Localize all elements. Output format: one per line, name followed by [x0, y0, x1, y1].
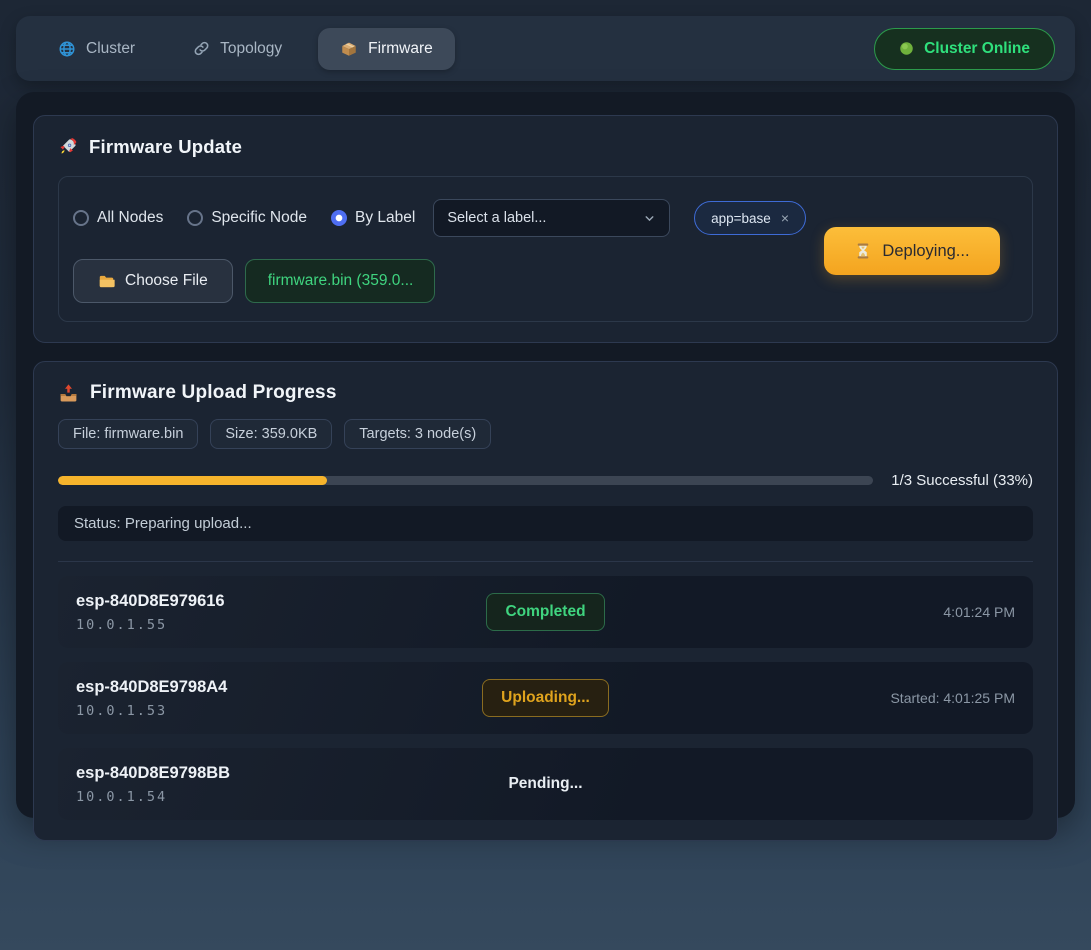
selected-file-button[interactable]: firmware.bin (359.0...: [245, 259, 435, 303]
radio-all-nodes[interactable]: All Nodes: [73, 209, 163, 227]
node-row-2: esp-840D8E9798A4 10.0.1.53 Uploading... …: [58, 662, 1033, 734]
tab-firmware-label: Firmware: [368, 40, 433, 58]
choose-file-label: Choose File: [125, 272, 208, 290]
radio-specific-node-dot[interactable]: [187, 210, 203, 226]
progress-row: 1/3 Successful (33%): [58, 472, 1033, 489]
node-time: 4:01:24 PM: [943, 604, 1015, 620]
package-icon: [340, 40, 358, 58]
upload-progress-title-text: Firmware Upload Progress: [90, 382, 337, 404]
tab-firmware[interactable]: Firmware: [318, 28, 455, 70]
radio-specific-node-label: Specific Node: [211, 209, 307, 227]
rocket-icon: [58, 137, 78, 157]
outbox-tray-icon: [58, 383, 79, 404]
divider: [58, 561, 1033, 562]
node-ip: 10.0.1.54: [76, 789, 389, 805]
node-name: esp-840D8E979616: [76, 592, 389, 611]
node-name: esp-840D8E9798A4: [76, 678, 389, 697]
deploy-button-label: Deploying...: [882, 242, 969, 261]
node-1-info: esp-840D8E979616 10.0.1.55: [76, 592, 389, 633]
progress-bar: [58, 476, 873, 485]
cluster-status-label: Cluster Online: [924, 40, 1030, 58]
main-content: Firmware Update All Nodes Specific Node …: [16, 92, 1075, 818]
upload-meta-row: File: firmware.bin Size: 359.0KB Targets…: [58, 419, 1033, 449]
nav-tabs: Cluster Topology Firmware: [36, 28, 455, 70]
label-tag-text: app=base: [711, 211, 771, 226]
deploy-button[interactable]: Deploying...: [824, 227, 1000, 275]
deploy-form-fields: All Nodes Specific Node By Label Select …: [73, 199, 806, 303]
tab-cluster[interactable]: Cluster: [36, 28, 157, 70]
firmware-update-title-text: Firmware Update: [89, 136, 242, 158]
top-nav: Cluster Topology Firmware: [16, 16, 1075, 81]
file-row: Choose File firmware.bin (359.0...: [73, 259, 806, 303]
radio-by-label-dot[interactable]: [331, 210, 347, 226]
progress-bar-fill: [58, 476, 327, 485]
folder-icon: [98, 273, 115, 290]
radio-by-label[interactable]: By Label: [331, 209, 415, 227]
hourglass-icon: [854, 242, 872, 260]
node-row-3: esp-840D8E9798BB 10.0.1.54 Pending...: [58, 748, 1033, 820]
label-tag-remove-icon[interactable]: ×: [781, 210, 789, 226]
node-status-badge: Uploading...: [482, 679, 609, 717]
cluster-status-badge[interactable]: Cluster Online: [874, 28, 1055, 70]
progress-label: 1/3 Successful (33%): [891, 472, 1033, 489]
green-dot-icon: [899, 41, 914, 56]
meta-file-badge: File: firmware.bin: [58, 419, 198, 449]
upload-status-message: Status: Preparing upload...: [58, 506, 1033, 541]
radio-all-nodes-dot[interactable]: [73, 210, 89, 226]
firmware-update-title: Firmware Update: [58, 136, 1033, 158]
tab-topology[interactable]: Topology: [171, 28, 304, 70]
globe-icon: [58, 40, 76, 58]
tab-cluster-label: Cluster: [86, 40, 135, 58]
label-tag-chip[interactable]: app=base ×: [694, 201, 806, 235]
upload-progress-title: Firmware Upload Progress: [58, 382, 1033, 404]
node-status-badge: Completed: [486, 593, 604, 631]
upload-progress-card: Firmware Upload Progress File: firmware.…: [33, 361, 1058, 841]
node-3-info: esp-840D8E9798BB 10.0.1.54: [76, 764, 389, 805]
node-time: Started: 4:01:25 PM: [890, 690, 1015, 706]
tab-topology-label: Topology: [220, 40, 282, 58]
link-icon: [193, 40, 210, 57]
radio-all-nodes-label: All Nodes: [97, 209, 163, 227]
label-select-placeholder: Select a label...: [447, 210, 546, 226]
meta-size-badge: Size: 359.0KB: [210, 419, 332, 449]
deploy-form-panel: All Nodes Specific Node By Label Select …: [58, 176, 1033, 322]
chevron-down-icon: [643, 212, 656, 225]
node-status-text: Pending...: [508, 775, 582, 793]
node-row-1: esp-840D8E979616 10.0.1.55 Completed 4:0…: [58, 576, 1033, 648]
radio-by-label-label: By Label: [355, 209, 415, 227]
node-name: esp-840D8E9798BB: [76, 764, 389, 783]
choose-file-button[interactable]: Choose File: [73, 259, 233, 303]
meta-targets-badge: Targets: 3 node(s): [344, 419, 491, 449]
label-select-dropdown[interactable]: Select a label...: [433, 199, 670, 237]
node-ip: 10.0.1.53: [76, 703, 389, 719]
radio-specific-node[interactable]: Specific Node: [187, 209, 307, 227]
node-2-info: esp-840D8E9798A4 10.0.1.53: [76, 678, 389, 719]
target-mode-row: All Nodes Specific Node By Label Select …: [73, 199, 806, 237]
node-ip: 10.0.1.55: [76, 617, 389, 633]
firmware-update-card: Firmware Update All Nodes Specific Node …: [33, 115, 1058, 343]
